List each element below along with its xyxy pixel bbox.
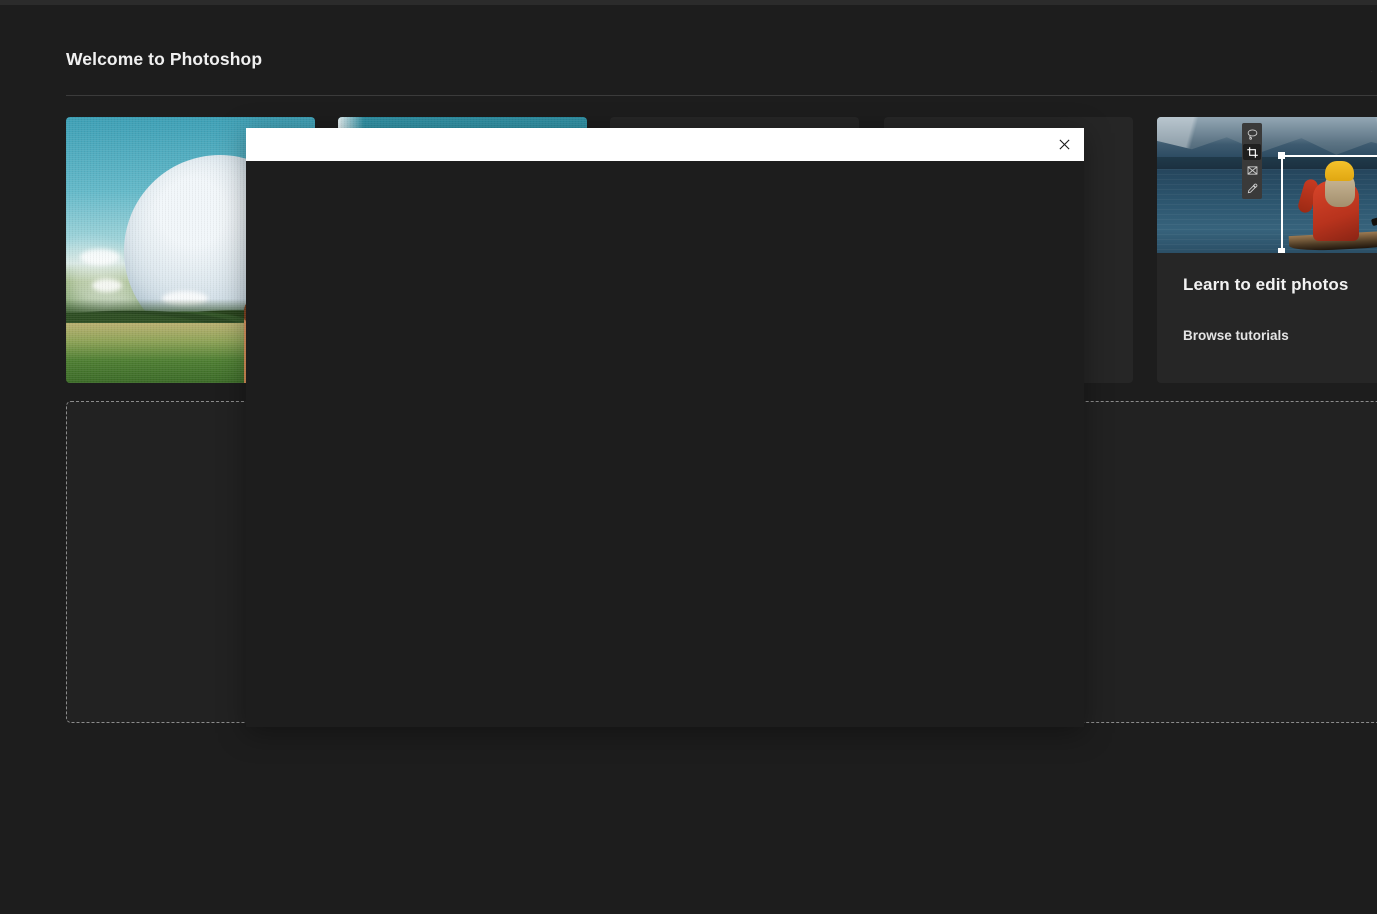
- dialog-body: [246, 161, 1084, 727]
- modal-dialog: [246, 128, 1084, 727]
- page-title: Welcome to Photoshop: [66, 49, 263, 69]
- chevron-up-icon: ▲: [1371, 61, 1374, 75]
- tool-palette[interactable]: [1242, 123, 1262, 199]
- crop-tool-button[interactable]: [1243, 144, 1261, 160]
- eyedropper-icon: [1247, 183, 1257, 193]
- card-heading: Learn to edit photos: [1183, 275, 1349, 294]
- home-card-learn-to-edit-photos[interactable]: Learn to edit photos Browse tutorials: [1157, 117, 1377, 383]
- transform-icon: [1247, 165, 1257, 175]
- header-divider: [66, 95, 1377, 96]
- crop-selection-box: [1281, 155, 1377, 253]
- lasso-icon: [1247, 129, 1257, 140]
- crop-handle-top-left: [1278, 152, 1285, 159]
- browse-tutorials-link[interactable]: Browse tutorials: [1183, 328, 1289, 343]
- lake-canoe-artwork: [1157, 117, 1377, 253]
- crop-icon: [1246, 146, 1258, 158]
- transform-tool-button[interactable]: [1243, 162, 1261, 178]
- home-header: Welcome to Photoshop ▲: [0, 5, 1377, 96]
- dialog-titlebar: [246, 128, 1084, 161]
- photoshop-home-screen: Welcome to Photoshop ▲: [0, 5, 1377, 914]
- card-artwork: [1157, 117, 1377, 253]
- lasso-tool-button[interactable]: [1243, 126, 1261, 142]
- card-caption: Learn to edit photos Browse tutorials: [1157, 253, 1377, 383]
- close-button[interactable]: [1050, 131, 1078, 158]
- close-icon: [1058, 139, 1070, 150]
- eyedropper-tool-button[interactable]: [1243, 180, 1261, 196]
- header-right-control[interactable]: ▲: [1371, 61, 1377, 75]
